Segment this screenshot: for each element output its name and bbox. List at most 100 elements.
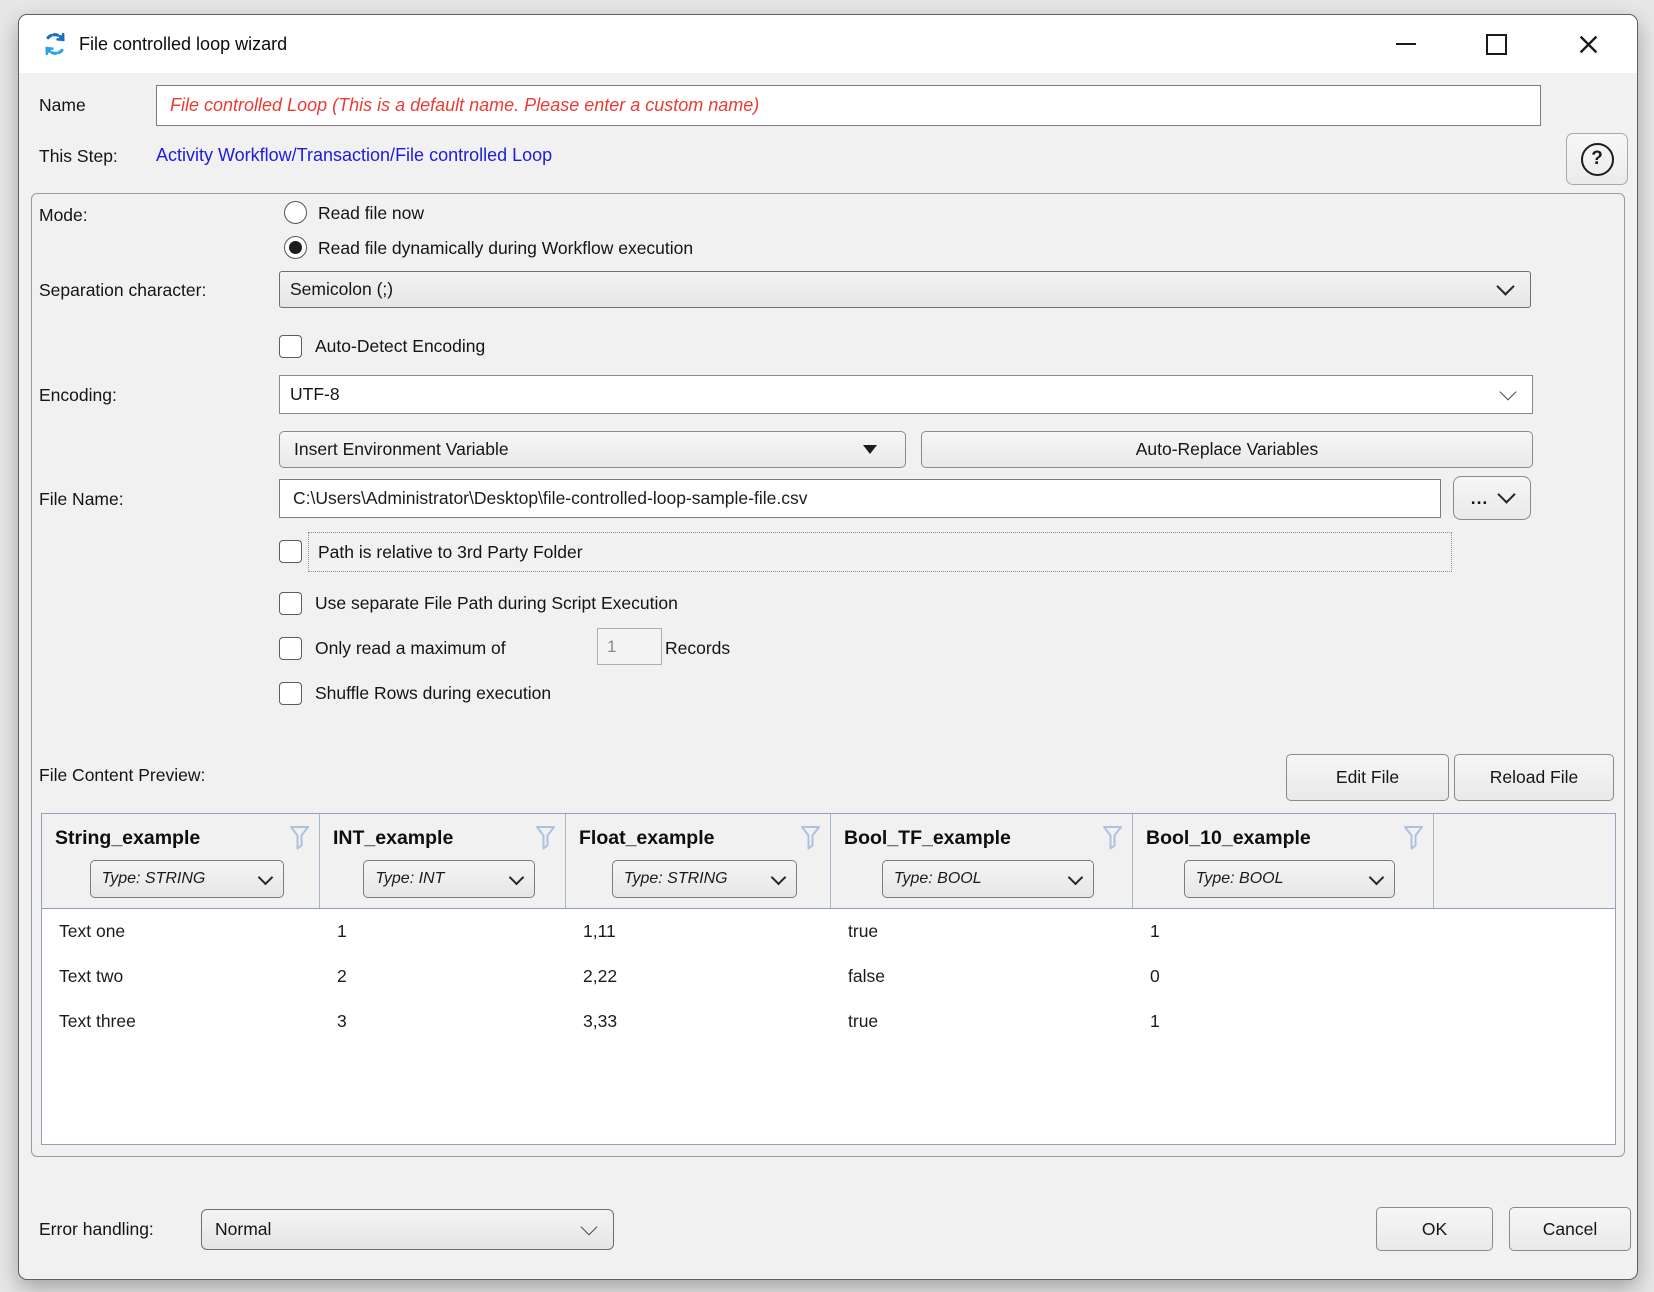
- minimize-button[interactable]: [1381, 15, 1431, 73]
- minimize-icon: [1396, 43, 1416, 46]
- close-button[interactable]: [1563, 15, 1613, 73]
- chevron-down-icon: [1068, 869, 1084, 885]
- auto-replace-variables-button[interactable]: Auto-Replace Variables: [921, 431, 1533, 468]
- edit-file-label: Edit File: [1336, 767, 1399, 788]
- radio-read-file-now[interactable]: [284, 201, 307, 224]
- column-type-label: Type: BOOL: [1185, 870, 1372, 888]
- path-relative-label: Path is relative to 3rd Party Folder: [318, 542, 583, 563]
- reload-file-label: Reload File: [1490, 767, 1579, 788]
- maximize-icon: [1486, 34, 1507, 55]
- help-icon: ?: [1581, 143, 1614, 176]
- ok-button[interactable]: OK: [1376, 1207, 1493, 1251]
- table-row[interactable]: Text three33,33true1: [42, 999, 1615, 1044]
- separate-path-checkbox[interactable]: [279, 592, 302, 615]
- max-records-checkbox[interactable]: [279, 637, 302, 660]
- error-handling-select[interactable]: Normal: [201, 1209, 614, 1250]
- table-cell: 2: [320, 966, 566, 987]
- radio-read-dynamically-label: Read file dynamically during Workflow ex…: [318, 238, 693, 259]
- dropdown-caret-icon: [863, 445, 877, 454]
- error-handling-value: Normal: [215, 1219, 271, 1240]
- column-header-Float_example: Float_example Type: STRING: [566, 814, 831, 908]
- name-input-value: File controlled Loop (This is a default …: [170, 95, 759, 116]
- auto-detect-encoding-checkbox[interactable]: [279, 335, 302, 358]
- mode-label: Mode:: [39, 205, 88, 226]
- column-title: Float_example: [579, 822, 714, 850]
- table-cell: Text two: [42, 966, 320, 987]
- browse-ellipsis-label: ...: [1471, 488, 1489, 509]
- path-relative-checkbox[interactable]: [279, 540, 302, 563]
- filter-icon[interactable]: [800, 825, 821, 851]
- table-cell: true: [831, 1011, 1133, 1032]
- column-header-Bool_TF_example: Bool_TF_exampleType: BOOL: [831, 814, 1133, 908]
- chevron-down-icon: [1500, 383, 1517, 400]
- separate-path-label: Use separate File Path during Script Exe…: [315, 593, 678, 614]
- cancel-label: Cancel: [1543, 1219, 1597, 1240]
- column-type-select[interactable]: Type: BOOL: [882, 860, 1094, 898]
- table-cell: Text three: [42, 1011, 320, 1032]
- column-type-label: Type: STRING: [613, 870, 773, 888]
- table-cell: true: [831, 921, 1133, 942]
- column-header-empty: [1434, 814, 1615, 908]
- radio-read-dynamically[interactable]: [284, 236, 307, 259]
- filter-icon[interactable]: [1102, 825, 1123, 851]
- reload-file-button[interactable]: Reload File: [1454, 754, 1614, 801]
- max-records-value: 1: [607, 637, 616, 657]
- file-name-value: C:\Users\Administrator\Desktop\file-cont…: [293, 488, 807, 509]
- ok-label: OK: [1422, 1219, 1447, 1240]
- column-header-Bool_10_example: Bool_10_example Type: BOOL: [1133, 814, 1434, 908]
- filter-icon[interactable]: [1403, 825, 1424, 851]
- this-step-label: This Step:: [39, 146, 118, 167]
- filter-icon[interactable]: [289, 825, 310, 851]
- name-input[interactable]: File controlled Loop (This is a default …: [156, 85, 1541, 126]
- table-cell: 0: [1133, 966, 1434, 987]
- help-button[interactable]: ?: [1566, 133, 1628, 185]
- separation-character-label: Separation character:: [39, 280, 206, 301]
- column-title: Bool_10_example: [1146, 822, 1311, 850]
- maximize-button[interactable]: [1471, 15, 1521, 73]
- insert-environment-variable-button[interactable]: Insert Environment Variable: [279, 431, 906, 468]
- close-icon: [1578, 34, 1599, 55]
- shuffle-rows-label: Shuffle Rows during execution: [315, 683, 551, 704]
- column-type-label: Type: STRING: [91, 870, 261, 888]
- table-cell: 3,33: [566, 1011, 831, 1032]
- table-header-row: String_exampleType: STRINGINT_exampleTyp…: [42, 814, 1615, 909]
- path-relative-focus-box: Path is relative to 3rd Party Folder: [308, 532, 1452, 572]
- cancel-button[interactable]: Cancel: [1509, 1207, 1631, 1251]
- file-preview-table: String_exampleType: STRINGINT_exampleTyp…: [41, 813, 1616, 1145]
- auto-detect-encoding-label: Auto-Detect Encoding: [315, 336, 485, 357]
- table-body: Text one11,11true1Text two22,22false0Tex…: [42, 909, 1615, 1044]
- chevron-down-icon: [508, 869, 524, 885]
- browse-button[interactable]: ...: [1453, 476, 1531, 520]
- name-label: Name: [39, 95, 86, 116]
- chevron-down-icon: [258, 869, 274, 885]
- filter-icon[interactable]: [535, 825, 556, 851]
- column-type-select[interactable]: Type: BOOL: [1184, 860, 1396, 898]
- edit-file-button[interactable]: Edit File: [1286, 754, 1449, 801]
- table-row[interactable]: Text two22,22false0: [42, 954, 1615, 999]
- dialog-file-controlled-loop-wizard: File controlled loop wizard Name File co…: [18, 14, 1638, 1280]
- column-title: INT_example: [333, 822, 453, 850]
- table-cell: Text one: [42, 921, 320, 942]
- table-cell: 1: [1133, 921, 1434, 942]
- separation-character-select[interactable]: Semicolon (;): [279, 271, 1531, 308]
- column-type-select[interactable]: Type: INT: [363, 860, 534, 898]
- auto-replace-variables-label: Auto-Replace Variables: [1136, 439, 1319, 460]
- table-cell: 1: [1133, 1011, 1434, 1032]
- loop-icon: [41, 30, 69, 58]
- max-records-input[interactable]: 1: [597, 628, 662, 665]
- column-type-select[interactable]: Type: STRING: [90, 860, 285, 898]
- table-cell: 1: [320, 921, 566, 942]
- file-name-input[interactable]: C:\Users\Administrator\Desktop\file-cont…: [279, 479, 1441, 518]
- separation-character-value: Semicolon (;): [290, 279, 393, 300]
- chevron-down-icon: [1496, 277, 1514, 295]
- encoding-select[interactable]: UTF-8: [279, 375, 1533, 414]
- error-handling-label: Error handling:: [39, 1219, 154, 1240]
- table-row[interactable]: Text one11,11true1: [42, 909, 1615, 954]
- step-path-link[interactable]: Activity Workflow/Transaction/File contr…: [156, 145, 552, 166]
- encoding-label: Encoding:: [39, 385, 117, 406]
- title-bar: File controlled loop wizard: [19, 15, 1637, 73]
- column-type-select[interactable]: Type: STRING: [612, 860, 797, 898]
- table-cell: false: [831, 966, 1133, 987]
- shuffle-rows-checkbox[interactable]: [279, 682, 302, 705]
- chevron-down-icon: [1369, 869, 1385, 885]
